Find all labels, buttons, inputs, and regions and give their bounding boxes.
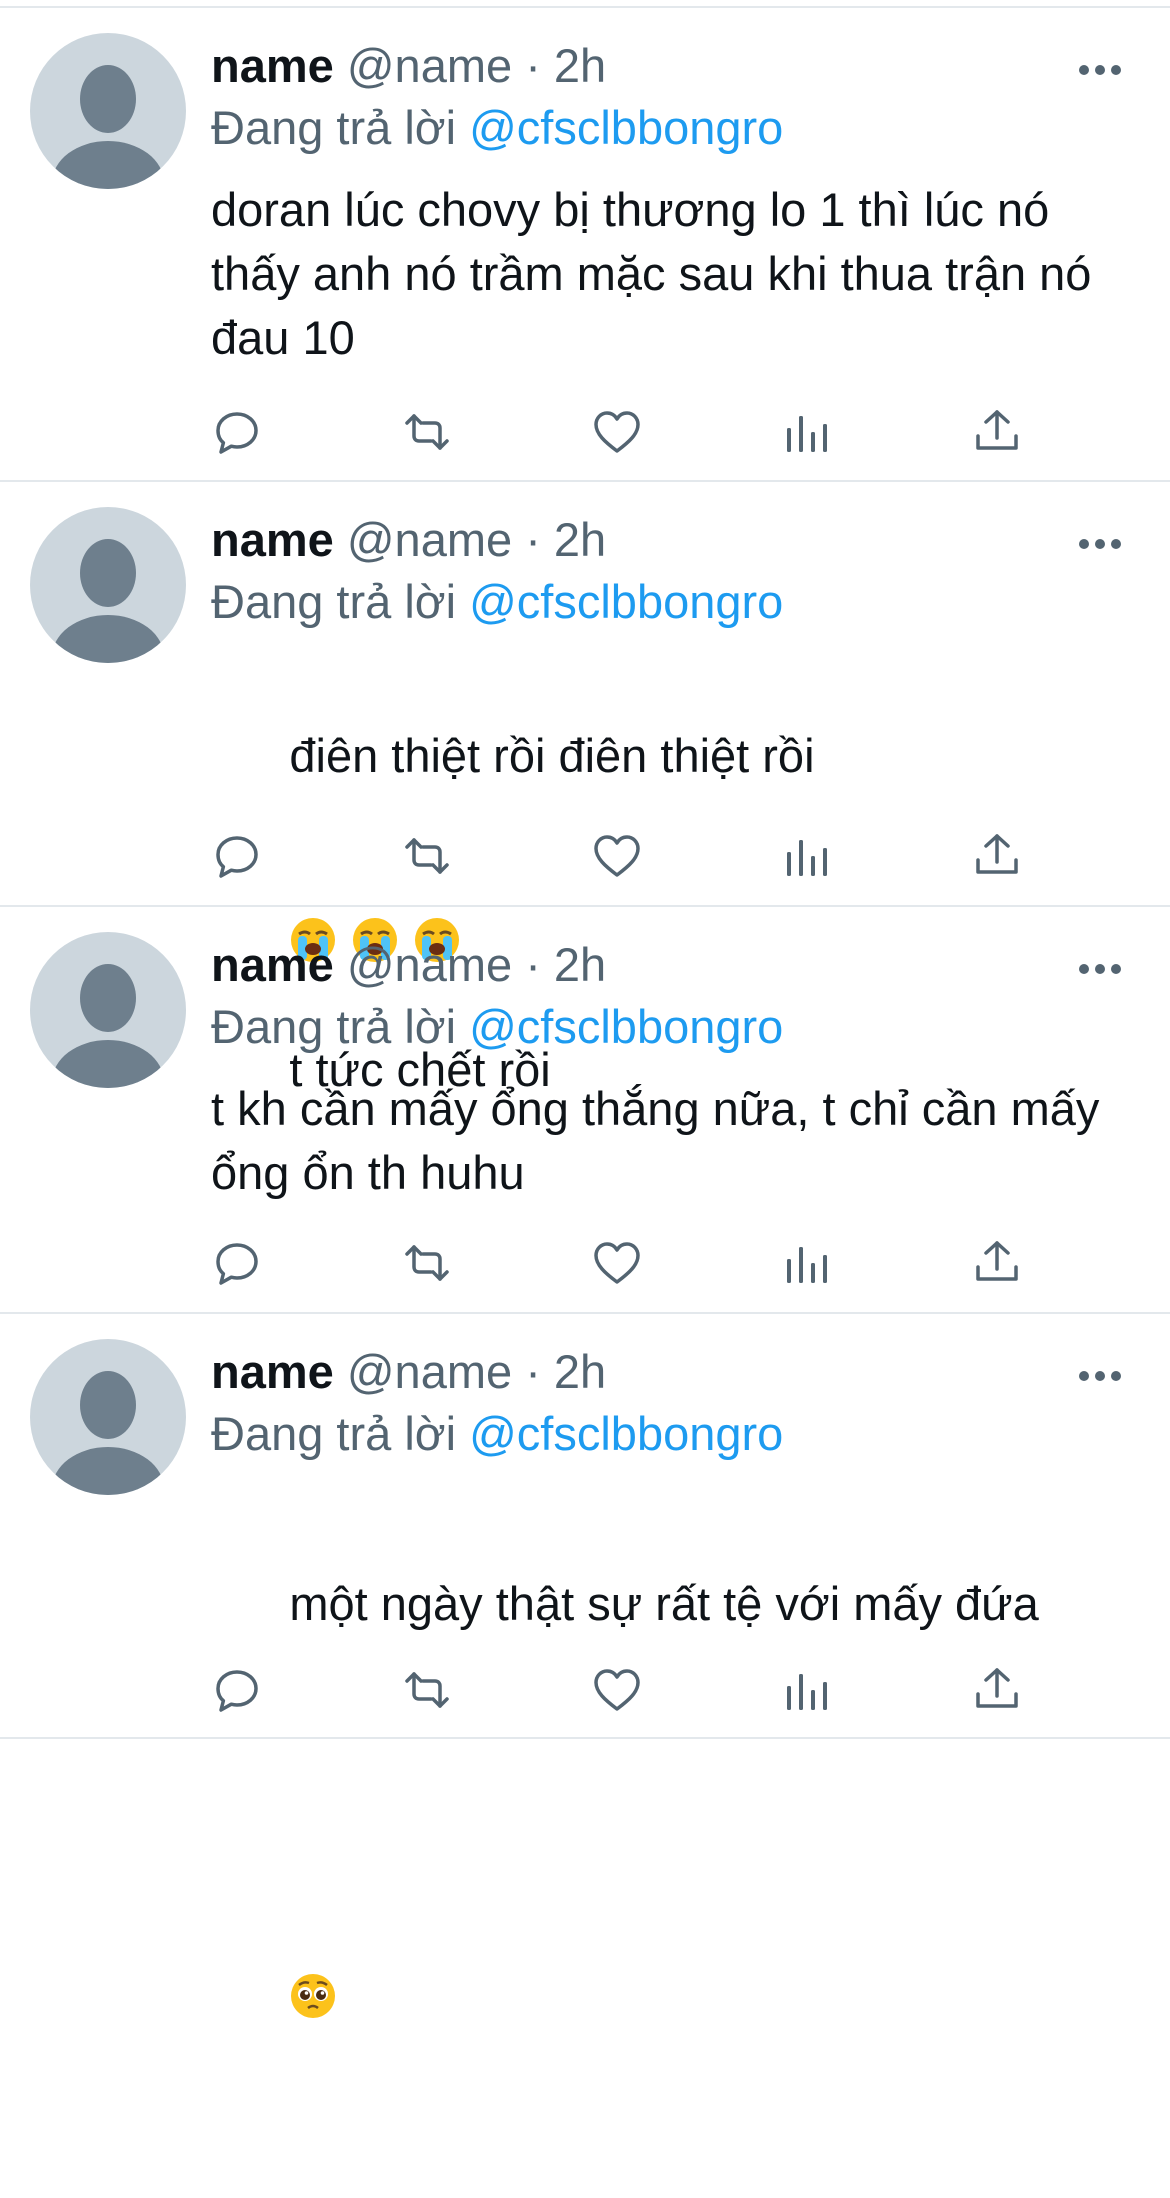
views-icon[interactable] bbox=[781, 406, 833, 458]
like-icon[interactable] bbox=[591, 1237, 643, 1289]
display-name[interactable]: name bbox=[211, 513, 334, 566]
reply-icon[interactable] bbox=[211, 406, 263, 458]
avatar[interactable] bbox=[30, 932, 186, 1088]
mention-link[interactable]: @cfsclbbongro bbox=[469, 101, 783, 154]
retweet-icon[interactable] bbox=[401, 1664, 453, 1716]
pleading-face-emoji bbox=[289, 1804, 337, 2018]
default-profile-icon bbox=[52, 539, 164, 663]
tweet-header: name @name · 2h bbox=[211, 937, 606, 993]
timestamp[interactable]: 2h bbox=[554, 513, 606, 566]
reply-feed: name @name · 2h Đang trả lời @cfsclbbong… bbox=[0, 0, 1170, 2018]
tweet[interactable]: name @name · 2h Đang trả lời @cfsclbbong… bbox=[0, 905, 1170, 1312]
default-profile-icon bbox=[52, 65, 164, 189]
avatar[interactable] bbox=[30, 507, 186, 663]
action-bar bbox=[211, 830, 1041, 886]
reply-icon[interactable] bbox=[211, 830, 263, 882]
user-handle[interactable]: @name bbox=[347, 938, 512, 991]
tweet-text: doran lúc chovy bị thương lo 1 thì lúc n… bbox=[211, 183, 1105, 364]
avatar[interactable] bbox=[30, 1339, 186, 1495]
timestamp[interactable]: 2h bbox=[554, 1345, 606, 1398]
retweet-icon[interactable] bbox=[401, 830, 453, 882]
tweet[interactable]: name @name · 2h Đang trả lời @cfsclbbong… bbox=[0, 1312, 1170, 2018]
tweet-header: name @name · 2h bbox=[211, 38, 606, 94]
reply-icon[interactable] bbox=[211, 1664, 263, 1716]
display-name[interactable]: name bbox=[211, 39, 334, 92]
tweet-header: name @name · 2h bbox=[211, 512, 606, 568]
views-icon[interactable] bbox=[781, 1664, 833, 1716]
user-handle[interactable]: @name bbox=[347, 1345, 512, 1398]
timestamp[interactable]: 2h bbox=[554, 39, 606, 92]
share-icon[interactable] bbox=[971, 830, 1023, 882]
display-name[interactable]: name bbox=[211, 938, 334, 991]
replying-to: Đang trả lời @cfsclbbongro bbox=[211, 100, 783, 156]
like-icon[interactable] bbox=[591, 406, 643, 458]
replying-to: Đang trả lời @cfsclbbongro bbox=[211, 574, 783, 630]
loudly-crying-face-emoji bbox=[413, 788, 461, 962]
separator: · bbox=[525, 1345, 541, 1398]
like-icon[interactable] bbox=[591, 830, 643, 882]
action-bar bbox=[211, 1237, 1041, 1293]
like-icon[interactable] bbox=[591, 1664, 643, 1716]
share-icon[interactable] bbox=[971, 406, 1023, 458]
mention-link[interactable]: @cfsclbbongro bbox=[469, 575, 783, 628]
timestamp[interactable]: 2h bbox=[554, 938, 606, 991]
default-profile-icon bbox=[52, 964, 164, 1088]
display-name[interactable]: name bbox=[211, 1345, 334, 1398]
default-profile-icon bbox=[52, 1371, 164, 1495]
share-icon[interactable] bbox=[971, 1237, 1023, 1289]
tweet-text: t kh cần mấy ổng thắng nữa, t chỉ cần mấ… bbox=[211, 1082, 1113, 1199]
more-options-icon[interactable] bbox=[1075, 949, 1125, 989]
tweet[interactable]: name @name · 2h Đang trả lời @cfsclbbong… bbox=[0, 6, 1170, 480]
replying-label: Đang trả lời bbox=[211, 1000, 457, 1053]
share-icon[interactable] bbox=[971, 1664, 1023, 1716]
replying-to: Đang trả lời @cfsclbbongro bbox=[211, 999, 783, 1055]
replying-to: Đang trả lời @cfsclbbongro bbox=[211, 1406, 783, 1462]
mention-link[interactable]: @cfsclbbongro bbox=[469, 1000, 783, 1053]
replying-label: Đang trả lời bbox=[211, 575, 457, 628]
loudly-crying-face-emoji bbox=[351, 788, 399, 962]
replying-label: Đang trả lời bbox=[211, 1407, 457, 1460]
mention-link[interactable]: @cfsclbbongro bbox=[469, 1407, 783, 1460]
tweet-text-part: một ngày thật sự rất tệ với mấy đứa bbox=[289, 1577, 1039, 1630]
separator: · bbox=[525, 938, 541, 991]
retweet-icon[interactable] bbox=[401, 1237, 453, 1289]
tweet[interactable]: name @name · 2h Đang trả lời @cfsclbbong… bbox=[0, 480, 1170, 1096]
views-icon[interactable] bbox=[781, 830, 833, 882]
replying-label: Đang trả lời bbox=[211, 101, 457, 154]
user-handle[interactable]: @name bbox=[347, 513, 512, 566]
tweet-text-part: điên thiệt rồi điên thiệt rồi bbox=[289, 729, 815, 782]
action-bar bbox=[211, 406, 1041, 462]
views-icon[interactable] bbox=[781, 1237, 833, 1289]
more-options-icon[interactable] bbox=[1075, 1356, 1125, 1396]
avatar[interactable] bbox=[30, 33, 186, 189]
separator: · bbox=[525, 513, 541, 566]
more-options-icon[interactable] bbox=[1075, 524, 1125, 564]
more-options-icon[interactable] bbox=[1075, 50, 1125, 90]
reply-icon[interactable] bbox=[211, 1237, 263, 1289]
tweet-header: name @name · 2h bbox=[211, 1344, 606, 1400]
retweet-icon[interactable] bbox=[401, 406, 453, 458]
separator: · bbox=[525, 39, 541, 92]
action-bar bbox=[211, 1664, 1041, 1720]
loudly-crying-face-emoji bbox=[289, 788, 337, 962]
tweet-text: một ngày thật sự rất tệ với mấy đứa bbox=[211, 1484, 1141, 2198]
user-handle[interactable]: @name bbox=[347, 39, 512, 92]
